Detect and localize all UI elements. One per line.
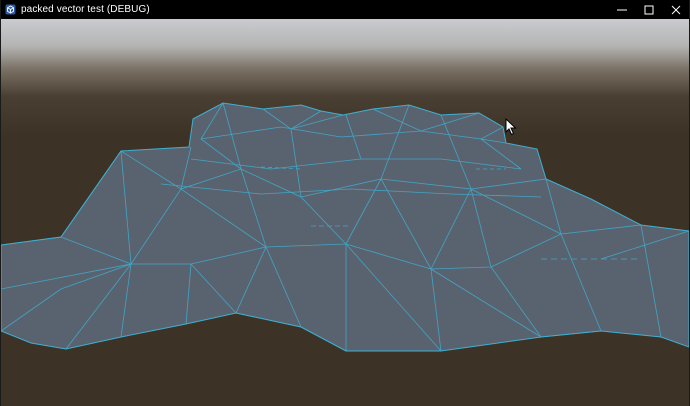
minimize-icon [616, 9, 627, 10]
title-bar[interactable]: packed vector test (DEBUG) [1, 0, 689, 19]
game-viewport[interactable] [1, 19, 689, 406]
unity-cube-icon [5, 4, 16, 15]
minimize-button[interactable] [608, 0, 635, 19]
close-button[interactable] [662, 0, 689, 19]
scene-render [1, 19, 689, 406]
maximize-icon [644, 5, 653, 14]
window-title: packed vector test (DEBUG) [21, 4, 150, 15]
app-window: packed vector test (DEBUG) [0, 0, 690, 406]
close-icon [671, 5, 680, 14]
window-controls [608, 0, 689, 19]
arrow-cursor-icon [505, 118, 517, 136]
maximize-button[interactable] [635, 0, 662, 19]
